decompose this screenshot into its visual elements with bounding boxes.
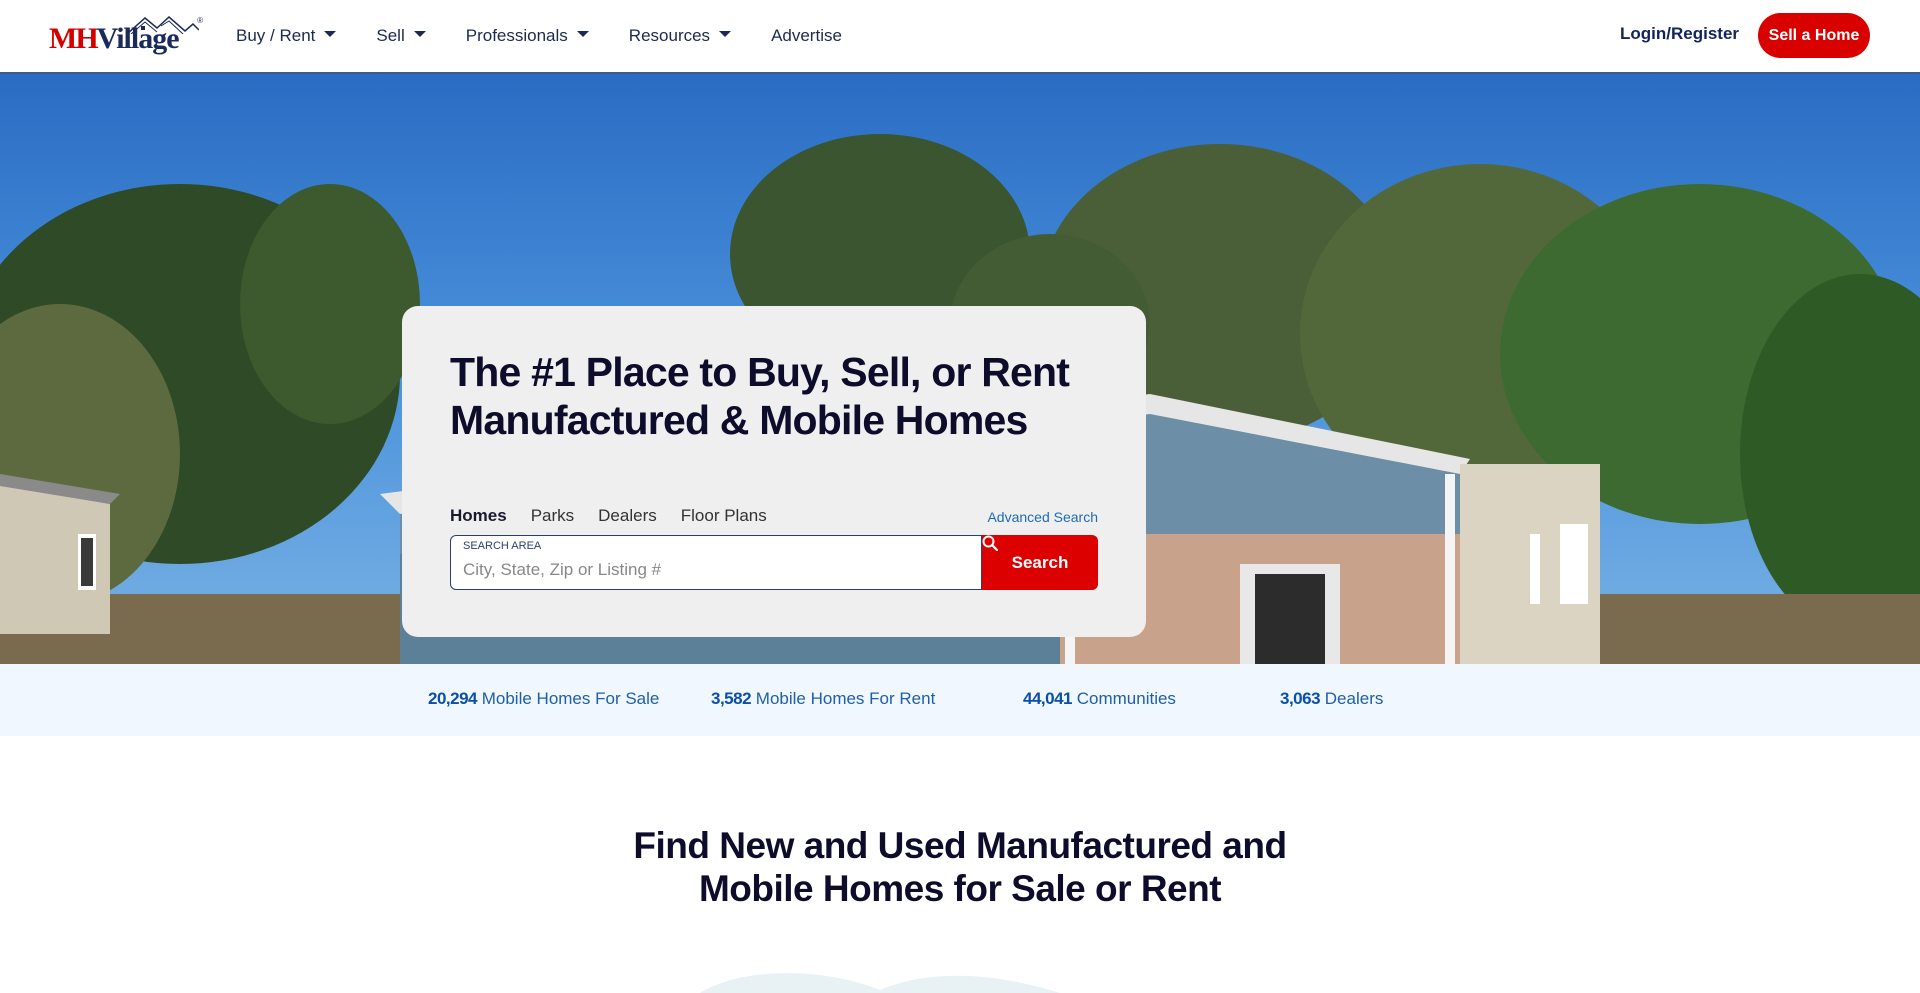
- caret-down-icon: [324, 31, 337, 37]
- tab-homes[interactable]: Homes: [450, 506, 507, 526]
- hero-section: The #1 Place to Buy, Sell, or Rent Manuf…: [0, 74, 1920, 664]
- stat-number: 20,294: [428, 689, 478, 708]
- search-area-label: SEARCH AREA: [463, 540, 542, 552]
- nav-professionals-label: Professionals: [465, 26, 568, 45]
- advanced-search-link[interactable]: Advanced Search: [987, 509, 1098, 525]
- roof-icon: [127, 15, 199, 34]
- nav-sell[interactable]: Sell: [376, 26, 426, 46]
- hero-title: The #1 Place to Buy, Sell, or Rent Manuf…: [450, 349, 1070, 443]
- stat-homes-for-sale[interactable]: 20,294 Mobile Homes For Sale: [428, 689, 659, 709]
- main-nav: Buy / Rent Sell Professionals Resources …: [236, 0, 882, 72]
- nav-advertise-label: Advertise: [771, 26, 842, 45]
- stat-label: Communities: [1076, 689, 1176, 708]
- nav-professionals[interactable]: Professionals: [466, 26, 589, 46]
- stat-label: Mobile Homes For Sale: [481, 689, 660, 708]
- stat-communities[interactable]: 44,041 Communities: [1023, 689, 1176, 709]
- registered-mark: ®: [197, 16, 203, 25]
- login-register-link[interactable]: Login/Register: [1620, 24, 1739, 44]
- search-input[interactable]: [463, 556, 963, 584]
- section-title-line1: Find New and Used Manufactured and: [633, 825, 1287, 866]
- nav-sell-label: Sell: [376, 26, 405, 45]
- section-title: Find New and Used Manufactured and Mobil…: [560, 824, 1360, 910]
- caret-down-icon: [576, 31, 589, 37]
- search-area-field[interactable]: SEARCH AREA: [450, 535, 982, 590]
- stat-homes-for-rent[interactable]: 3,582 Mobile Homes For Rent: [711, 689, 935, 709]
- search-button[interactable]: Search: [982, 535, 1098, 590]
- caret-down-icon: [719, 31, 732, 37]
- nav-advertise[interactable]: Advertise: [771, 26, 842, 46]
- stat-label: Mobile Homes For Rent: [755, 689, 936, 708]
- caret-down-icon: [413, 31, 426, 37]
- nav-resources-label: Resources: [628, 26, 711, 45]
- nav-resources[interactable]: Resources: [628, 26, 732, 46]
- stat-number: 3,063: [1280, 689, 1321, 708]
- logo-mh-text: MH: [49, 22, 99, 55]
- mhvillage-logo[interactable]: MH Village ®: [49, 14, 203, 58]
- tab-dealers[interactable]: Dealers: [598, 506, 657, 526]
- decorative-wave-shape: [700, 973, 1060, 993]
- sell-a-home-button[interactable]: Sell a Home: [1758, 13, 1870, 58]
- section-title-line2: Mobile Homes for Sale or Rent: [698, 868, 1222, 909]
- stat-number: 3,582: [711, 689, 752, 708]
- tab-parks[interactable]: Parks: [531, 506, 574, 526]
- stat-dealers[interactable]: 3,063 Dealers: [1280, 689, 1383, 709]
- search-tabs: Homes Parks Dealers Floor Plans: [450, 506, 791, 526]
- site-header: MH Village ® Buy / Rent Sell Professiona…: [0, 0, 1920, 74]
- search-card: The #1 Place to Buy, Sell, or Rent Manuf…: [402, 306, 1146, 637]
- nav-buy-rent-label: Buy / Rent: [236, 26, 316, 45]
- search-icon: [982, 535, 998, 551]
- stat-label: Dealers: [1324, 689, 1384, 708]
- nav-buy-rent[interactable]: Buy / Rent: [236, 26, 337, 46]
- stat-number: 44,041: [1023, 689, 1073, 708]
- stats-bar: 20,294 Mobile Homes For Sale 3,582 Mobil…: [0, 664, 1920, 736]
- search-button-label: Search: [1011, 552, 1069, 572]
- tab-floor-plans[interactable]: Floor Plans: [681, 506, 767, 526]
